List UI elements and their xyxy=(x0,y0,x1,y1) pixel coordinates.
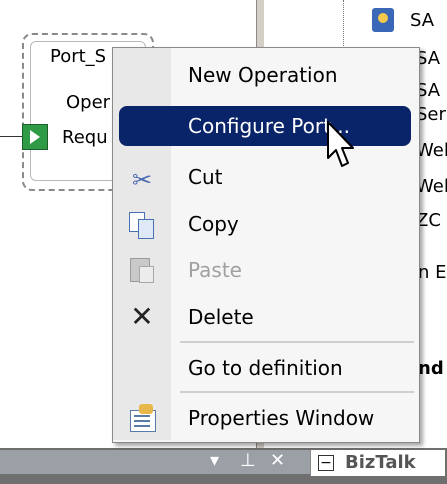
menu-item-label: Copy xyxy=(188,212,239,236)
mouse-pointer-icon xyxy=(327,121,354,167)
close-icon[interactable]: ✕ xyxy=(270,451,285,471)
delete-x-icon: ✕ xyxy=(130,300,154,333)
toolwindow-titlebar xyxy=(0,450,310,474)
port-connector-line xyxy=(0,136,22,137)
menu-separator xyxy=(180,341,414,343)
list-item[interactable]: n E xyxy=(418,262,447,283)
request-arrow-icon[interactable] xyxy=(22,124,48,150)
window-position-dropdown-icon[interactable]: ▾ xyxy=(210,451,219,471)
list-item[interactable]: Wel xyxy=(416,176,447,197)
menu-item-label: Cut xyxy=(188,165,223,189)
list-item: nd xyxy=(418,358,444,379)
collapse-icon[interactable]: − xyxy=(318,455,334,471)
menu-item-paste[interactable]: Paste xyxy=(113,248,417,292)
properties-icon xyxy=(127,404,157,434)
pin-icon[interactable]: ⊥ xyxy=(240,451,256,471)
copy-icon xyxy=(127,210,157,240)
menu-item-label: Delete xyxy=(188,305,254,329)
port-operation-label: Oper xyxy=(66,92,111,113)
port-request-label: Requ xyxy=(62,127,108,148)
menu-item-properties-window[interactable]: Properties Window xyxy=(113,396,417,440)
scissors-icon: ✂ xyxy=(131,166,153,194)
menu-item-label: Paste xyxy=(188,258,242,282)
biztalk-panel-label: BizTalk xyxy=(345,452,416,473)
menu-item-label: New Operation xyxy=(188,63,338,87)
menu-item-copy[interactable]: Copy xyxy=(113,202,417,246)
list-item[interactable]: Wel xyxy=(416,140,447,161)
list-item[interactable]: SA xyxy=(410,10,434,31)
menu-item-delete[interactable]: Delete xyxy=(113,295,417,339)
menu-item-cut[interactable]: Cut xyxy=(113,155,417,199)
menu-item-label: Properties Window xyxy=(188,406,375,430)
menu-item-go-to-definition[interactable]: Go to definition xyxy=(113,346,417,390)
paste-icon xyxy=(127,254,157,284)
screenshot-canvas: Port_S Oper Requ SA SA SA Ser Wel Wel ZC… xyxy=(0,0,447,484)
schema-icon xyxy=(372,8,394,32)
list-item[interactable]: Ser xyxy=(416,104,446,125)
menu-item-configure-port[interactable]: Configure Port... xyxy=(113,104,417,148)
menu-item-label: Go to definition xyxy=(188,356,343,380)
menu-separator xyxy=(180,391,414,393)
port-name-label: Port_S xyxy=(50,46,107,67)
menu-item-new-operation[interactable]: New Operation xyxy=(113,53,417,97)
